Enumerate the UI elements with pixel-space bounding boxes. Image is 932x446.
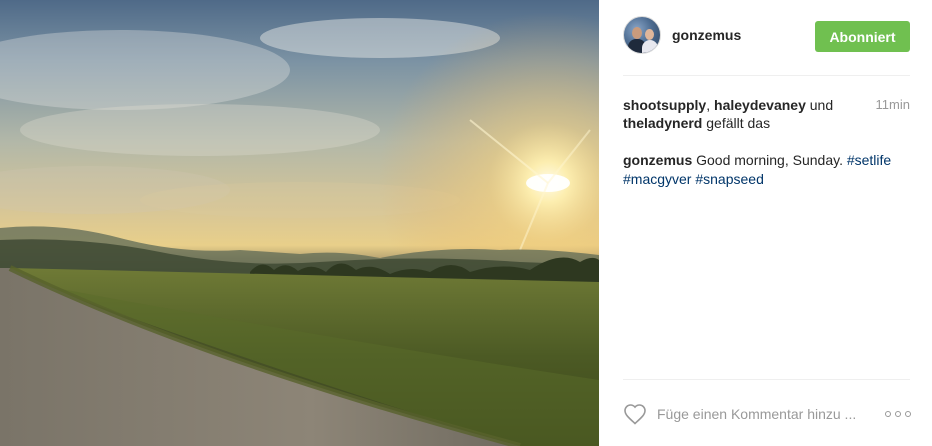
- caption-username[interactable]: gonzemus: [623, 152, 692, 168]
- liker-username[interactable]: shootsupply: [623, 97, 706, 113]
- divider: [623, 75, 910, 76]
- comment-input[interactable]: [657, 404, 857, 424]
- hashtag-link[interactable]: #setlife: [847, 152, 891, 168]
- post-header: gonzemus Abonniert: [623, 16, 910, 58]
- post-photo: [0, 0, 599, 446]
- divider: [623, 379, 910, 380]
- likes-connector: und: [805, 97, 834, 113]
- follow-button[interactable]: Abonniert: [815, 21, 910, 52]
- avatar-figure: [632, 27, 642, 39]
- hashtag-link[interactable]: #macgyver: [623, 171, 691, 187]
- caption-text: Good morning, Sunday.: [692, 152, 847, 168]
- liker-username[interactable]: theladynerd: [623, 115, 702, 131]
- liker-username[interactable]: haleydevaney: [714, 97, 806, 113]
- likes-summary: shootsupply, haleydevaney und theladyner…: [623, 96, 910, 132]
- post-caption: gonzemus Good morning, Sunday. #setlife …: [623, 151, 910, 189]
- more-dot: [885, 411, 891, 417]
- likes-separator: ,: [706, 97, 715, 113]
- avatar-figure: [642, 40, 658, 53]
- avatar[interactable]: [623, 16, 661, 54]
- more-options-icon[interactable]: [885, 406, 911, 422]
- more-dot: [895, 411, 901, 417]
- author-username[interactable]: gonzemus: [672, 27, 741, 43]
- sunrise-landscape-image: [0, 12, 599, 446]
- comment-bar: [623, 402, 911, 426]
- post-timestamp[interactable]: 11min: [876, 96, 910, 114]
- likes-suffix: gefällt das: [702, 115, 771, 131]
- heart-outline-icon[interactable]: [623, 403, 647, 425]
- avatar-figure: [645, 29, 654, 40]
- hashtag-link[interactable]: #snapseed: [695, 171, 764, 187]
- more-dot: [905, 411, 911, 417]
- post-sidebar: gonzemus Abonniert shootsupply, haleydev…: [599, 0, 932, 446]
